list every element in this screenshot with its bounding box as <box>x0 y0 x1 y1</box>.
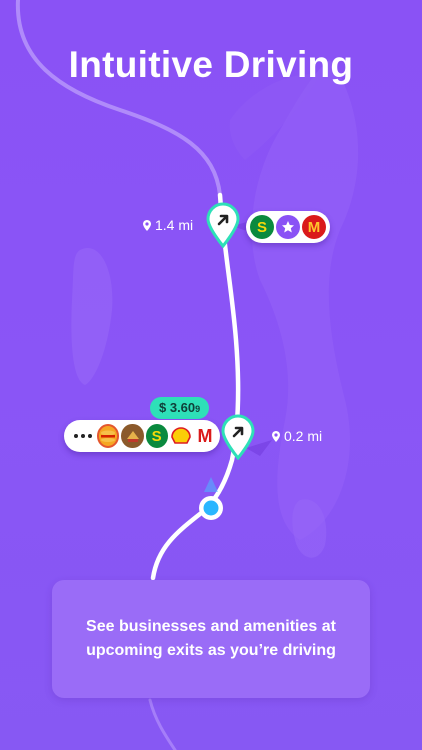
fuel-price-fraction: 9 <box>195 404 201 414</box>
burger-king-logo[interactable] <box>97 424 120 448</box>
more-dots-icon[interactable] <box>74 434 92 438</box>
exit-marker-pin[interactable] <box>221 414 255 460</box>
restaurant-logo[interactable] <box>121 424 144 448</box>
exit-marker-pin[interactable] <box>206 202 240 248</box>
exit-distance-label: 0.2 mi <box>272 428 322 444</box>
subway-logo[interactable]: S <box>250 215 274 239</box>
mcdonalds-logo[interactable]: M <box>302 215 326 239</box>
amenity-pill[interactable]: S M <box>64 420 220 452</box>
exit-distance-text: 1.4 mi <box>155 217 194 233</box>
current-location-marker <box>199 477 223 520</box>
mcdonalds-logo[interactable]: M <box>193 424 217 448</box>
exit-distance-label: 1.4 mi <box>143 217 193 233</box>
page-title: Intuitive Driving <box>68 44 354 85</box>
map-blob <box>71 248 113 385</box>
star-icon[interactable] <box>276 215 300 239</box>
route-tail <box>148 698 177 750</box>
exit-distance-text: 0.2 mi <box>284 428 323 444</box>
route-past <box>15 0 222 197</box>
fuel-price: $ 3.60 <box>159 400 196 415</box>
location-pin-icon <box>143 219 151 231</box>
shell-logo[interactable] <box>169 424 192 448</box>
subway-logo[interactable]: S <box>145 424 168 448</box>
route-line <box>150 192 241 581</box>
amenity-pill[interactable]: S M <box>246 211 330 243</box>
info-text: See businesses and amenities at upcoming… <box>86 618 336 659</box>
location-pin-icon <box>272 430 280 442</box>
info-card: See businesses and amenities at upcoming… <box>52 580 370 698</box>
fuel-price-badge[interactable]: $ 3.609 <box>150 397 210 419</box>
